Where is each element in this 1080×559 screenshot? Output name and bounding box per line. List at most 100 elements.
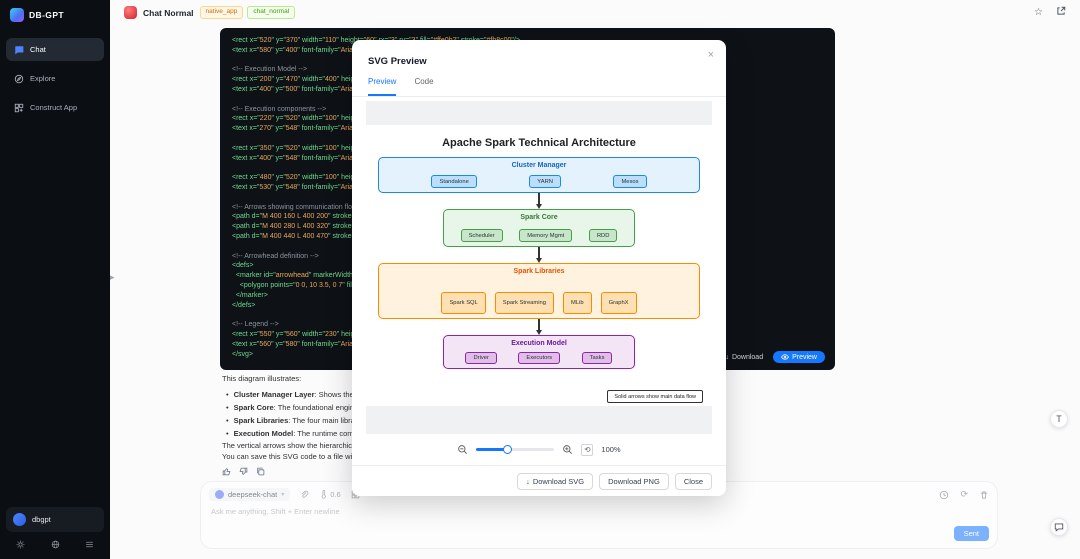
sidebar-item-chat[interactable]: Chat: [6, 38, 104, 61]
close-icon[interactable]: ×: [708, 49, 714, 61]
refresh-button[interactable]: ⟳: [960, 489, 968, 500]
sidebar-footer-icons: [6, 532, 104, 553]
thumbs-up-icon[interactable]: [222, 467, 231, 476]
diagram-node: MLib: [563, 292, 592, 314]
diagram-node: Executors: [518, 352, 560, 364]
diagram-arrow-down: [536, 247, 542, 263]
assistant-floating-button[interactable]: [1050, 518, 1068, 536]
diagram-node: Standalone: [431, 175, 476, 188]
model-name: deepseek-chat: [228, 490, 277, 499]
tab-code[interactable]: Code: [414, 77, 433, 96]
share-icon[interactable]: [1056, 6, 1066, 19]
model-selector[interactable]: deepseek-chat ▾: [209, 488, 290, 501]
menu-icon[interactable]: [85, 540, 94, 551]
sidebar-nav: Chat Explore Construct App: [0, 30, 110, 127]
diagram-node: Scheduler: [461, 229, 503, 242]
theme-icon[interactable]: [16, 540, 25, 551]
copy-icon[interactable]: [256, 467, 265, 476]
star-icon[interactable]: ☆: [1034, 8, 1043, 18]
user-menu[interactable]: dbgpt: [6, 507, 104, 532]
thumbs-down-icon[interactable]: [239, 467, 248, 476]
modal-close-button[interactable]: Close: [675, 473, 712, 490]
sidebar-item-label: Explore: [30, 74, 55, 83]
header-tags: native_appchat_normal: [200, 6, 296, 18]
clear-chat-button[interactable]: [979, 489, 989, 500]
chat-title: Chat Normal: [143, 8, 194, 18]
sidebar-item-label: Chat: [30, 45, 46, 54]
zoom-out-icon[interactable]: [457, 444, 468, 455]
temperature-control[interactable]: 0.6: [319, 490, 340, 499]
diagram-node: Spark SQL: [441, 292, 485, 314]
attach-file-button[interactable]: [300, 490, 309, 499]
zoom-level: 100%: [601, 445, 620, 454]
thermometer-icon: [319, 490, 328, 499]
svg-preview-modal: SVG Preview × Preview Code Apache Spark …: [352, 40, 726, 496]
eye-icon: [781, 353, 789, 361]
tag-native_app: native_app: [200, 6, 244, 18]
trash-icon: [979, 490, 989, 500]
download-icon: ↓: [526, 477, 530, 486]
temperature-value: 0.6: [330, 490, 340, 499]
diagram-title: Apache Spark Technical Architecture: [442, 137, 636, 149]
tab-preview[interactable]: Preview: [368, 77, 396, 96]
history-button[interactable]: [939, 489, 949, 500]
svg-preview-viewport[interactable]: Apache Spark Technical Architecture Clus…: [366, 101, 712, 434]
diagram-node: Tasks: [582, 352, 613, 364]
brand-name: DB-GPT: [29, 10, 64, 20]
layer-title: Execution Model: [444, 340, 634, 347]
diagram-node: Driver: [465, 352, 496, 364]
sidebar-item-label: Construct App: [30, 103, 77, 112]
tag-chat_normal: chat_normal: [247, 6, 295, 18]
modal-title: SVG Preview: [368, 56, 427, 67]
app-icon: [124, 6, 137, 19]
diagram-layer-execution-model: Execution Model Driver Executors Tasks: [443, 335, 635, 369]
paperclip-icon: [300, 490, 309, 499]
user-name: dbgpt: [32, 515, 51, 524]
diagram-node: GraphX: [601, 292, 637, 314]
chat-bubble-icon: [1054, 522, 1064, 532]
diagram-layers: Cluster ManagerStandaloneYARNMesosSpark …: [378, 157, 700, 369]
modal-footer: ↓ Download SVG Download PNG Close: [352, 465, 726, 490]
chat-header: Chat Normal native_appchat_normal: [118, 4, 301, 21]
zoom-reset-icon[interactable]: ⟲: [581, 444, 593, 456]
model-logo-icon: [215, 490, 224, 499]
diagram-legend: Solid arrows show main data flow: [607, 390, 703, 403]
chat-icon: [14, 45, 24, 55]
svg-canvas: Apache Spark Technical Architecture Clus…: [366, 125, 712, 406]
layer-title: Cluster Manager: [379, 162, 699, 169]
sidebar-bottom: dbgpt: [0, 501, 110, 559]
chevron-down-icon: ▾: [281, 491, 284, 498]
download-png-button[interactable]: Download PNG: [599, 473, 669, 490]
zoom-in-icon[interactable]: [562, 444, 573, 455]
translate-floating-button[interactable]: T: [1050, 410, 1068, 428]
sidebar-item-construct-app[interactable]: Construct App: [6, 96, 104, 119]
send-button[interactable]: Sent: [954, 526, 989, 541]
diagram-layer-spark-core: Spark Core Scheduler Memory Mgmt RDD: [443, 209, 635, 247]
modal-tabs: Preview Code: [352, 75, 726, 97]
sidebar-item-explore[interactable]: Explore: [6, 67, 104, 90]
chat-input[interactable]: [209, 506, 766, 517]
compass-icon: [14, 74, 24, 84]
diagram-node: RDD: [589, 229, 618, 242]
brand-logo[interactable]: DB-GPT: [0, 0, 110, 30]
diagram-node: YARN: [529, 175, 561, 188]
construct-icon: [14, 103, 24, 113]
diagram-layer-cluster-manager: Cluster ManagerStandaloneYARNMesos: [378, 157, 700, 193]
zoom-slider[interactable]: [476, 448, 554, 451]
diagram-arrow-down: [536, 193, 542, 209]
sidebar: DB-GPT Chat Explore Construct App dbgpt: [0, 0, 110, 559]
clock-icon: [939, 490, 949, 500]
code-download-button[interactable]: ↓ Download: [725, 354, 763, 361]
language-icon[interactable]: [51, 540, 60, 551]
app-window: DB-GPT ChatExploreConstruct App dbgpt ▸ …: [0, 0, 1080, 559]
diagram-node: Memory Mgmt: [519, 229, 572, 242]
user-avatar: [13, 513, 26, 526]
layer-title: Spark Core: [444, 214, 634, 221]
diagram-layer-spark-libraries: Spark LibrariesSpark SQLSpark StreamingM…: [378, 263, 700, 319]
zoom-controls: ⟲ 100%: [352, 434, 726, 465]
download-svg-button[interactable]: ↓ Download SVG: [517, 473, 593, 490]
code-preview-button[interactable]: Preview: [773, 351, 825, 363]
sidebar-collapse-handle[interactable]: ▸: [110, 272, 115, 283]
zoom-slider-thumb[interactable]: [503, 445, 512, 454]
layer-title: Spark Libraries: [379, 268, 699, 275]
